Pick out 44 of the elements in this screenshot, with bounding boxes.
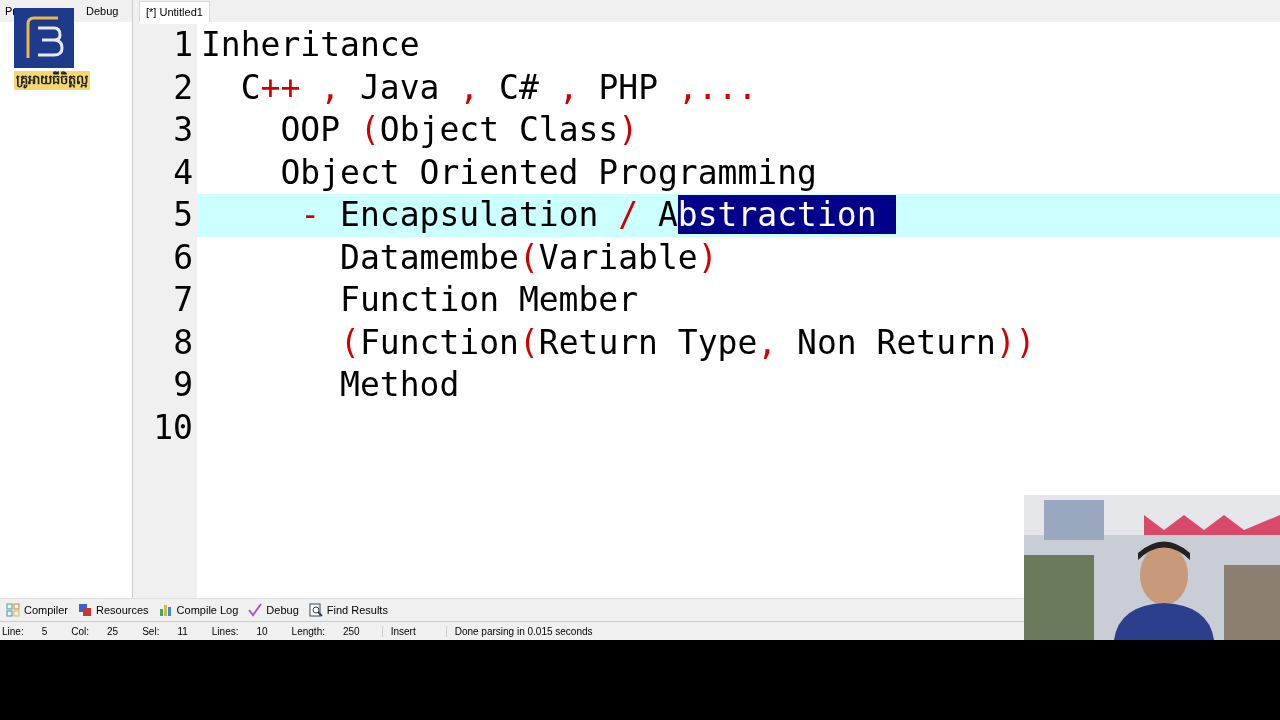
status-label: Sel:: [142, 625, 160, 637]
code-line: OOP (Object Class): [279, 109, 639, 151]
bar-chart-icon: [158, 603, 173, 617]
find-icon: [308, 603, 323, 617]
code-line: Function Member: [339, 279, 639, 321]
line-number: 7: [139, 279, 197, 322]
line-number: 8: [139, 321, 197, 364]
status-value: 5: [41, 625, 48, 637]
status-message: Done parsing in 0.015 seconds: [454, 625, 593, 637]
status-value: 25: [107, 625, 119, 637]
line-number: 2: [139, 66, 197, 109]
status-label: Col:: [71, 625, 90, 637]
line-number: 5: [139, 194, 197, 237]
panel-tab[interactable]: Debug: [248, 603, 299, 617]
panel-tab[interactable]: Debug: [86, 5, 119, 17]
code-line: Object Oriented Programming: [279, 151, 817, 194]
code-line: C++ , Java , C# , PHP ,...: [239, 66, 758, 109]
line-number: 4: [139, 151, 197, 194]
code-line: (Function(Return Type, Non Return)): [339, 321, 1036, 364]
status-value: 250: [343, 625, 360, 637]
panel-tab[interactable]: Find Results: [308, 603, 388, 617]
logo-caption: គ្រូអាយធីចិត្តល្អ: [14, 71, 90, 90]
line-number: 3: [139, 109, 197, 152]
status-label: Line:: [2, 625, 24, 637]
status-label: Lines:: [211, 625, 239, 637]
line-number: 1: [139, 24, 197, 67]
grid-icon: [6, 603, 20, 617]
line-number: 6: [139, 236, 197, 279]
stack-icon: [78, 603, 92, 617]
status-value: 10: [256, 625, 268, 637]
panel-tab[interactable]: Compile Log: [158, 603, 239, 617]
status-value: 11: [177, 625, 188, 637]
code-line: Method: [339, 364, 460, 406]
code-line: - Encapsulation / Abstraction: [197, 194, 897, 237]
line-number: 9: [139, 364, 197, 407]
line-number: 10: [139, 406, 197, 449]
check-icon: [248, 603, 263, 617]
status-label: Length:: [291, 625, 325, 637]
panel-tab[interactable]: Compiler: [6, 603, 68, 617]
code-line: Datamembe(Variable): [339, 236, 718, 279]
code-line: Inheritance: [200, 24, 420, 66]
panel-tab[interactable]: Resources: [78, 603, 149, 617]
file-tab[interactable]: [*] Untitled1: [139, 1, 210, 22]
edit-mode: Insert: [390, 625, 416, 637]
